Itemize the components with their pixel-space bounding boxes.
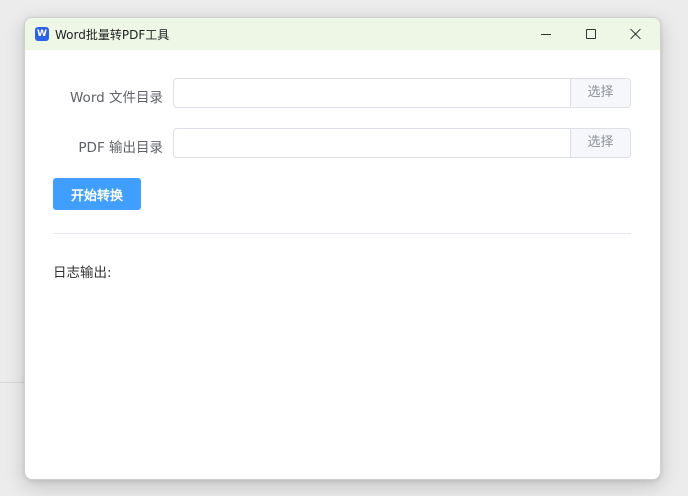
pdf-dir-input-group: 选择 bbox=[173, 128, 631, 158]
pdf-dir-input[interactable] bbox=[174, 129, 570, 157]
close-icon bbox=[630, 28, 642, 40]
log-output-area bbox=[53, 284, 631, 464]
maximize-button[interactable] bbox=[568, 18, 613, 50]
maximize-icon bbox=[586, 29, 596, 39]
minimize-button[interactable] bbox=[523, 18, 568, 50]
word-doc-icon: W bbox=[35, 27, 49, 41]
window-title: Word批量转PDF工具 bbox=[55, 28, 170, 42]
word-dir-input-group: 选择 bbox=[173, 78, 631, 108]
log-output-label: 日志输出: bbox=[53, 265, 112, 281]
title-bar[interactable]: W Word批量转PDF工具 bbox=[25, 18, 660, 50]
word-dir-select-button[interactable]: 选择 bbox=[570, 79, 630, 107]
word-dir-label: Word 文件目录 bbox=[70, 90, 163, 106]
pdf-dir-select-button[interactable]: 选择 bbox=[570, 129, 630, 157]
app-window: W Word批量转PDF工具 Word 文件目录 选择 PDF 输出目录 选择 … bbox=[24, 17, 661, 480]
pdf-dir-label: PDF 输出目录 bbox=[78, 140, 163, 156]
section-divider bbox=[53, 233, 631, 234]
close-button[interactable] bbox=[613, 18, 658, 50]
start-convert-button[interactable]: 开始转换 bbox=[53, 178, 141, 210]
minimize-icon bbox=[541, 34, 551, 35]
word-dir-input[interactable] bbox=[174, 79, 570, 107]
